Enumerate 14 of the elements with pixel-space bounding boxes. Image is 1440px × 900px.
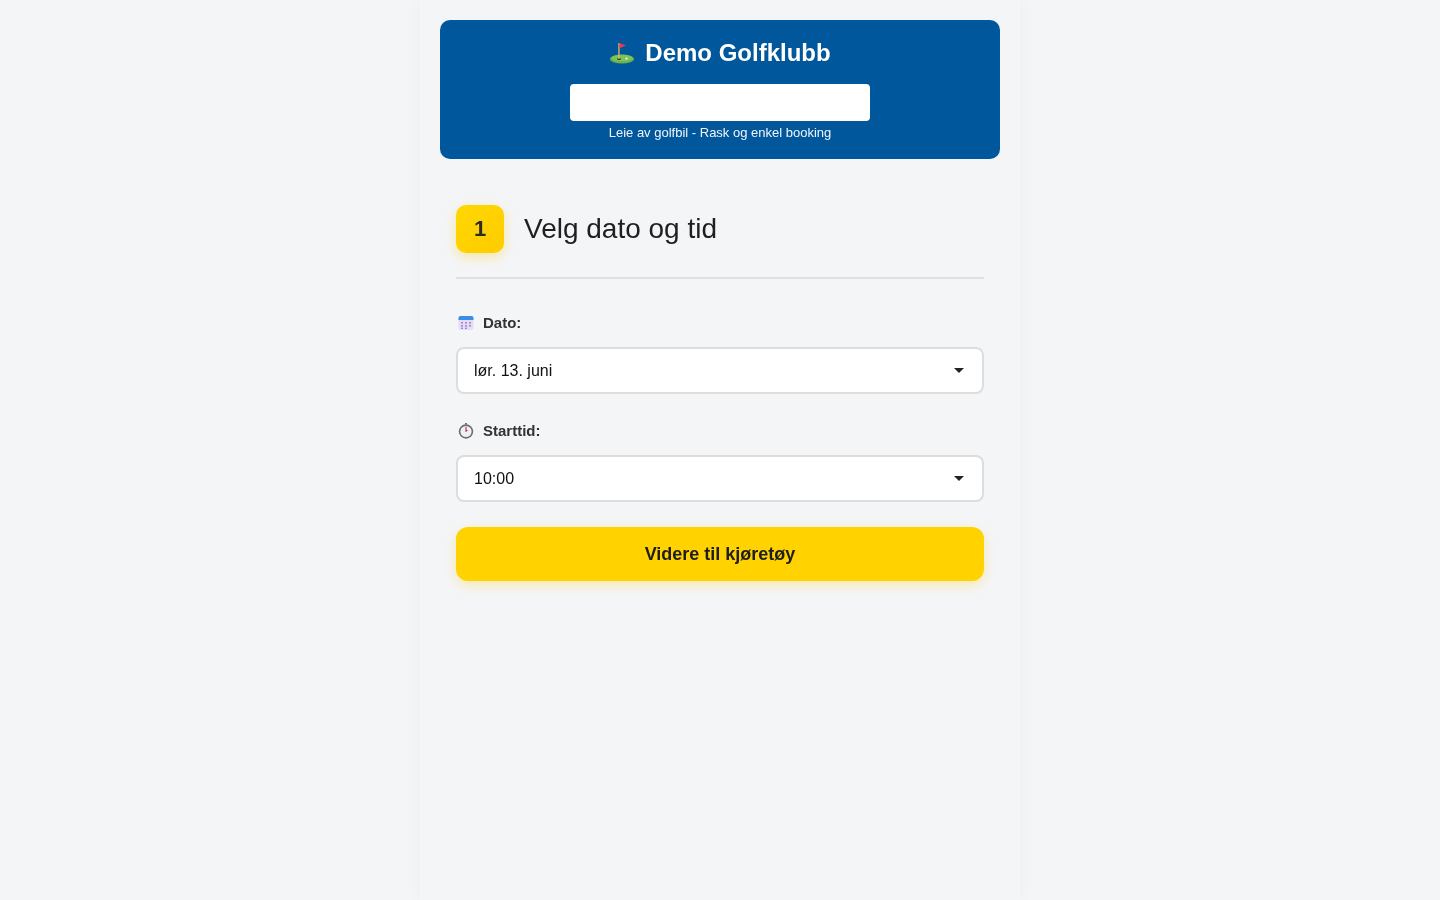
tagline: Leie av golfbil - Rask og enkel booking [608,125,832,141]
club-title: Demo Golfklubb [645,38,831,68]
caret-icon [954,368,964,373]
stopwatch-icon [458,423,474,439]
step-number: 1 [456,205,504,253]
step-heading: Velg dato og tid [524,212,718,246]
date-label: Dato: [483,314,522,332]
caret-icon [954,476,964,481]
golf-flag-icon [609,42,636,64]
continue-button[interactable]: Videre til kjøretøy [456,527,984,581]
time-select[interactable]: 10:00 [456,455,984,502]
time-label: Starttid: [483,422,541,440]
calendar-icon [458,315,474,331]
date-select[interactable]: lør. 13. juni [456,347,984,394]
